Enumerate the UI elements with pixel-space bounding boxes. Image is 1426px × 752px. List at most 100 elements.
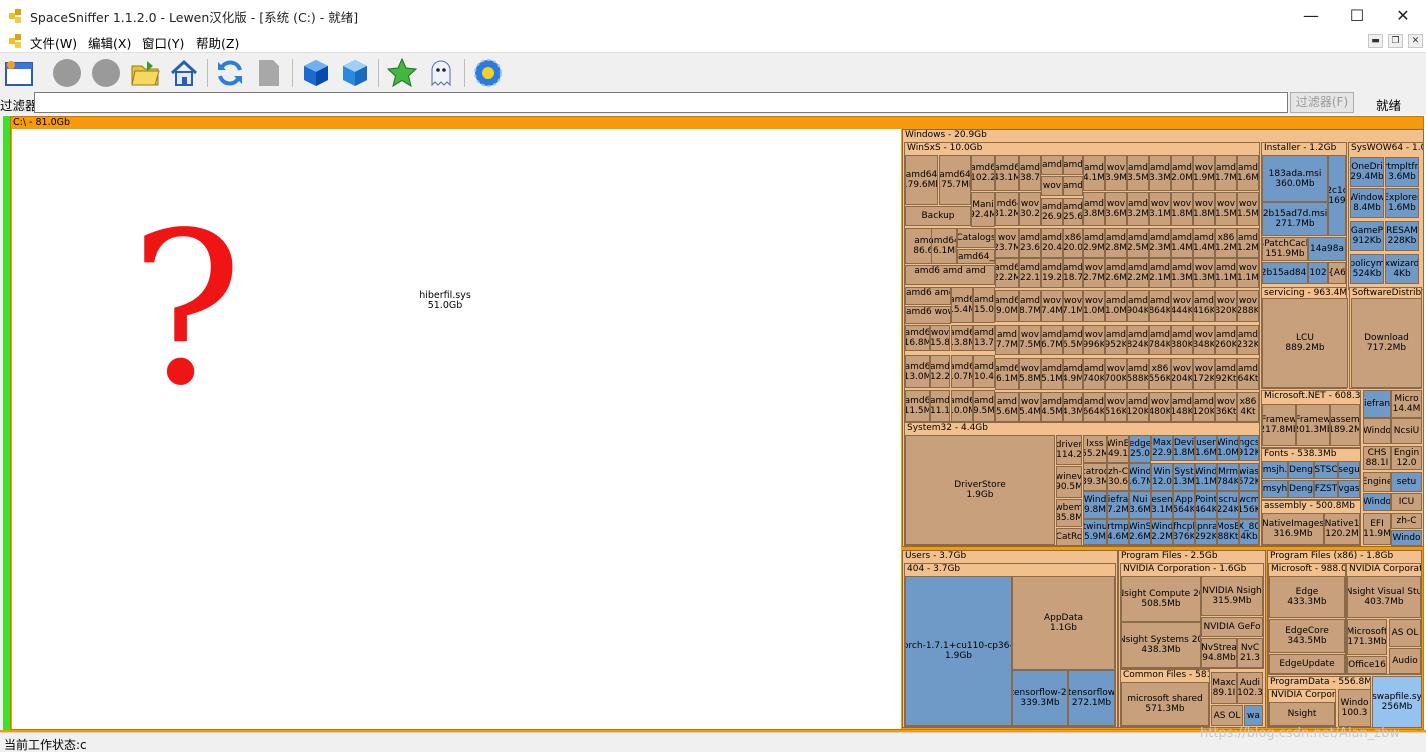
treemap-item[interactable]: wov 700K: [1105, 358, 1127, 390]
treemap-item[interactable]: fhcpl 376K: [1173, 519, 1195, 545]
treemap-item[interactable]: amd 824K: [1127, 325, 1149, 355]
treemap-item[interactable]: scru 224K: [1217, 491, 1239, 519]
treemap-item[interactable]: Office16: [1347, 656, 1387, 674]
treemap-item[interactable]: amd611.5M: [905, 390, 930, 422]
treemap-item[interactable]: amd6 amd: [905, 287, 951, 305]
treemap-item[interactable]: wov 7.1M: [1063, 290, 1083, 322]
treemap-item[interactable]: Catalogs: [957, 228, 995, 248]
treemap-item[interactable]: wcm156K: [1239, 491, 1259, 519]
pause-icon[interactable]: [90, 57, 122, 89]
treemap-item[interactable]: amd 38.7: [1019, 155, 1041, 191]
treemap-item[interactable]: GameP 912Kb: [1350, 221, 1384, 251]
treemap-item[interactable]: amd 13.7: [973, 325, 995, 351]
treemap-item[interactable]: amd 6.7M: [1041, 325, 1063, 355]
treemap-item[interactable]: zh-C 30.6: [1107, 463, 1129, 491]
treemap-item[interactable]: wov 15.8: [930, 325, 950, 351]
treemap-item[interactable]: AS OL: [1389, 619, 1421, 647]
filter-input[interactable]: [34, 92, 1288, 113]
treemap-item[interactable]: amd 2.2M: [1127, 258, 1149, 288]
treemap-item[interactable]: wov 1.0M: [1083, 290, 1105, 322]
treemap-item[interactable]: NcsiU: [1391, 418, 1422, 444]
treemap-item[interactable]: Nui 3.6M: [1129, 491, 1151, 519]
treemap-item[interactable]: wias672K: [1239, 463, 1259, 491]
treemap-item[interactable]: amd 8.7M: [1019, 290, 1041, 322]
menu-edit[interactable]: 编辑(X): [88, 33, 131, 52]
treemap-item[interactable]: Window 8.4Mb: [1350, 188, 1384, 218]
treemap-item[interactable]: DriverStore 1.9Gb: [905, 435, 1055, 545]
treemap-item[interactable]: RESAM 228Kb: [1385, 221, 1419, 251]
treemap-item[interactable]: jpnra 292K: [1195, 519, 1217, 545]
menu-file[interactable]: 文件(W): [30, 33, 77, 52]
treemap-item[interactable]: Audio: [1389, 648, 1421, 674]
treemap-item[interactable]: wov 1.9M: [1193, 155, 1215, 191]
home-icon[interactable]: [168, 57, 200, 89]
treemap-item[interactable]: amd64179.6Mb: [905, 155, 938, 205]
treemap-item[interactable]: Wind 1.1M: [1195, 463, 1217, 491]
treemap-item[interactable]: Nsight Visual Stu 403.7Mb: [1347, 576, 1421, 618]
treemap-item[interactable]: amd 3.3M: [1149, 155, 1171, 191]
treemap-item[interactable]: zh-C: [1391, 513, 1422, 529]
treemap-item[interactable]: FZST: [1314, 480, 1338, 498]
treemap-item[interactable]: Win 12.0: [1151, 463, 1173, 491]
treemap-item[interactable]: xwizard 4Kb: [1385, 254, 1419, 284]
treemap-item[interactable]: wov 7.5M: [1019, 325, 1041, 355]
treemap-item[interactable]: amd 4.9M: [1063, 358, 1083, 390]
treemap-item[interactable]: amd610.0M: [951, 390, 973, 422]
treemap-item[interactable]: amd6 102.2: [971, 155, 995, 191]
treemap-item[interactable]: x86 20.0: [1063, 228, 1083, 258]
treemap-item[interactable]: NvStrea 94.8Mb: [1201, 638, 1237, 668]
treemap-item[interactable]: Windo: [1391, 530, 1422, 546]
treemap-item[interactable]: x86 4Kt: [1237, 392, 1259, 422]
treemap-item[interactable]: amd 2.5M: [1127, 228, 1149, 258]
treemap-item[interactable]: wov 5.8M: [1019, 358, 1041, 390]
treemap-item[interactable]: amd 12.2: [930, 355, 950, 388]
treemap-item[interactable]: wov 7.4M: [1041, 290, 1063, 322]
treemap-item[interactable]: NVIDIA Nsigh 315.9Mb: [1201, 576, 1263, 616]
treemap-item[interactable]: amd 1.6M: [1237, 155, 1259, 191]
treemap-item[interactable]: msjh.: [1262, 461, 1288, 479]
treemap-item[interactable]: Micro 14.4M: [1391, 390, 1422, 418]
treemap-item[interactable]: x86 1.2M: [1215, 228, 1237, 258]
treemap-item[interactable]: 2b15ad84.: [1262, 262, 1308, 284]
treemap-item[interactable]: x86 556K: [1149, 358, 1171, 390]
treemap-item[interactable]: amd622.2M: [995, 258, 1019, 288]
cube-icon[interactable]: [300, 57, 332, 89]
cube-outline-icon[interactable]: [339, 57, 371, 89]
treemap-item[interactable]: amd 904K: [1127, 290, 1149, 322]
treemap-item[interactable]: wbem 85.8M: [1056, 499, 1082, 527]
treemap-item[interactable]: amd 3.2M: [1127, 192, 1149, 226]
treemap-item[interactable]: wov 3.9M: [1105, 155, 1127, 191]
new-window-icon[interactable]: [3, 57, 35, 89]
treemap-item[interactable]: amd 5.1M: [1041, 358, 1063, 390]
treemap-item[interactable]: Mani92.4M: [971, 192, 995, 227]
treemap-item[interactable]: wov 288K: [1237, 290, 1259, 322]
treemap-item[interactable]: amd 664K: [1083, 392, 1105, 422]
treemap-item[interactable]: ngcs912K: [1239, 435, 1259, 461]
treemap-item[interactable]: Nsight Systems 20 438.3Mb: [1121, 622, 1201, 668]
treemap-item[interactable]: 14a98a: [1308, 237, 1346, 261]
treemap-item[interactable]: EFI 11.9M: [1363, 513, 1391, 545]
treemap-item[interactable]: Point 464K: [1195, 491, 1217, 519]
treemap-item[interactable]: amd6 wow: [905, 306, 951, 324]
treemap-item[interactable]: wov 172K: [1193, 358, 1215, 390]
treemap-item[interactable]: amd 15.0: [973, 287, 995, 323]
treemap-item[interactable]: amd: [1041, 155, 1063, 175]
treemap-item[interactable]: amd 23.6: [1019, 228, 1041, 258]
treemap-item[interactable]: {A6: [1328, 262, 1346, 284]
treemap-item[interactable]: amd6431.2M: [995, 192, 1019, 226]
treemap-item[interactable]: amd: [1063, 176, 1083, 196]
treemap-item[interactable]: user 1.6M: [1195, 435, 1217, 461]
treemap-item[interactable]: Deng: [1288, 480, 1314, 498]
treemap-item[interactable]: Backup: [905, 206, 971, 226]
treemap-item[interactable]: wov: [1041, 176, 1063, 196]
mdi-close-button[interactable]: ✕: [1408, 34, 1423, 48]
treemap-item[interactable]: Download 717.2Mb: [1351, 298, 1422, 388]
treemap-item[interactable]: Max 22.9: [1151, 435, 1173, 461]
treemap-item[interactable]: Mrm 784K: [1217, 463, 1239, 491]
treemap-item[interactable]: wov 1.8M: [1171, 192, 1193, 226]
open-folder-icon[interactable]: [129, 57, 161, 89]
menu-help[interactable]: 帮助(Z): [196, 33, 239, 52]
treemap-item[interactable]: wov 1.1M: [1237, 258, 1259, 288]
treemap-item[interactable]: catroo39.3M: [1083, 463, 1107, 491]
treemap-item[interactable]: Nsight: [1269, 702, 1335, 726]
